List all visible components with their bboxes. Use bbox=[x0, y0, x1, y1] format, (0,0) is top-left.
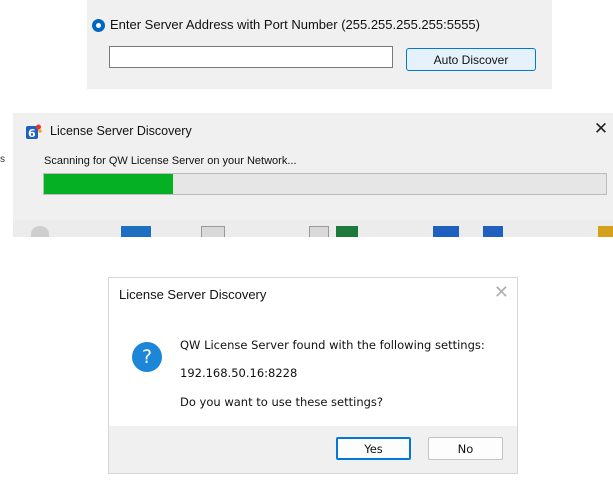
scan-progress-fill bbox=[44, 174, 174, 194]
scan-progress-bar bbox=[43, 173, 607, 195]
svg-text:6: 6 bbox=[28, 127, 36, 140]
background-file-icon bbox=[309, 226, 329, 237]
server-address-input[interactable] bbox=[109, 46, 393, 68]
background-text-fragment: s bbox=[0, 154, 5, 165]
scan-dialog-close-icon[interactable]: ✕ bbox=[593, 120, 609, 137]
found-dialog: License Server Discovery ✕ ? QW License … bbox=[108, 277, 518, 474]
background-disk-icon bbox=[31, 226, 49, 237]
scan-dialog-title: License Server Discovery bbox=[50, 124, 192, 138]
question-icon: ? bbox=[132, 342, 162, 372]
found-dialog-title: License Server Discovery bbox=[119, 287, 267, 302]
server-address-radio-label[interactable]: Enter Server Address with Port Number (2… bbox=[110, 17, 480, 32]
background-folder2-icon bbox=[598, 226, 613, 237]
found-dialog-footer: Yes No bbox=[109, 426, 517, 473]
server-address-radio[interactable] bbox=[92, 19, 105, 32]
found-server-address: 192.168.50.16:8228 bbox=[180, 366, 298, 380]
found-message-line: QW License Server found with the followi… bbox=[180, 338, 485, 352]
background-taskbar-strip bbox=[13, 220, 613, 237]
found-dialog-close-icon[interactable]: ✕ bbox=[494, 283, 509, 301]
auto-discover-button[interactable]: Auto Discover bbox=[406, 48, 536, 71]
found-question-line: Do you want to use these settings? bbox=[180, 395, 384, 409]
scan-dialog: 6 License Server Discovery ✕ Scanning fo… bbox=[13, 113, 613, 220]
yes-button[interactable]: Yes bbox=[336, 437, 411, 460]
background-folder-icon bbox=[121, 226, 151, 237]
scan-dialog-titlebar: 6 License Server Discovery ✕ bbox=[13, 113, 613, 150]
background-doc-icon bbox=[433, 226, 459, 237]
app-6-icon: 6 bbox=[26, 124, 42, 140]
scan-status-text: Scanning for QW License Server on your N… bbox=[44, 155, 297, 167]
server-address-panel: Enter Server Address with Port Number (2… bbox=[87, 0, 552, 89]
background-sheet-icon bbox=[336, 226, 358, 237]
no-button[interactable]: No bbox=[428, 437, 503, 460]
background-printer-icon bbox=[201, 226, 225, 237]
background-doc2-icon bbox=[483, 226, 503, 237]
